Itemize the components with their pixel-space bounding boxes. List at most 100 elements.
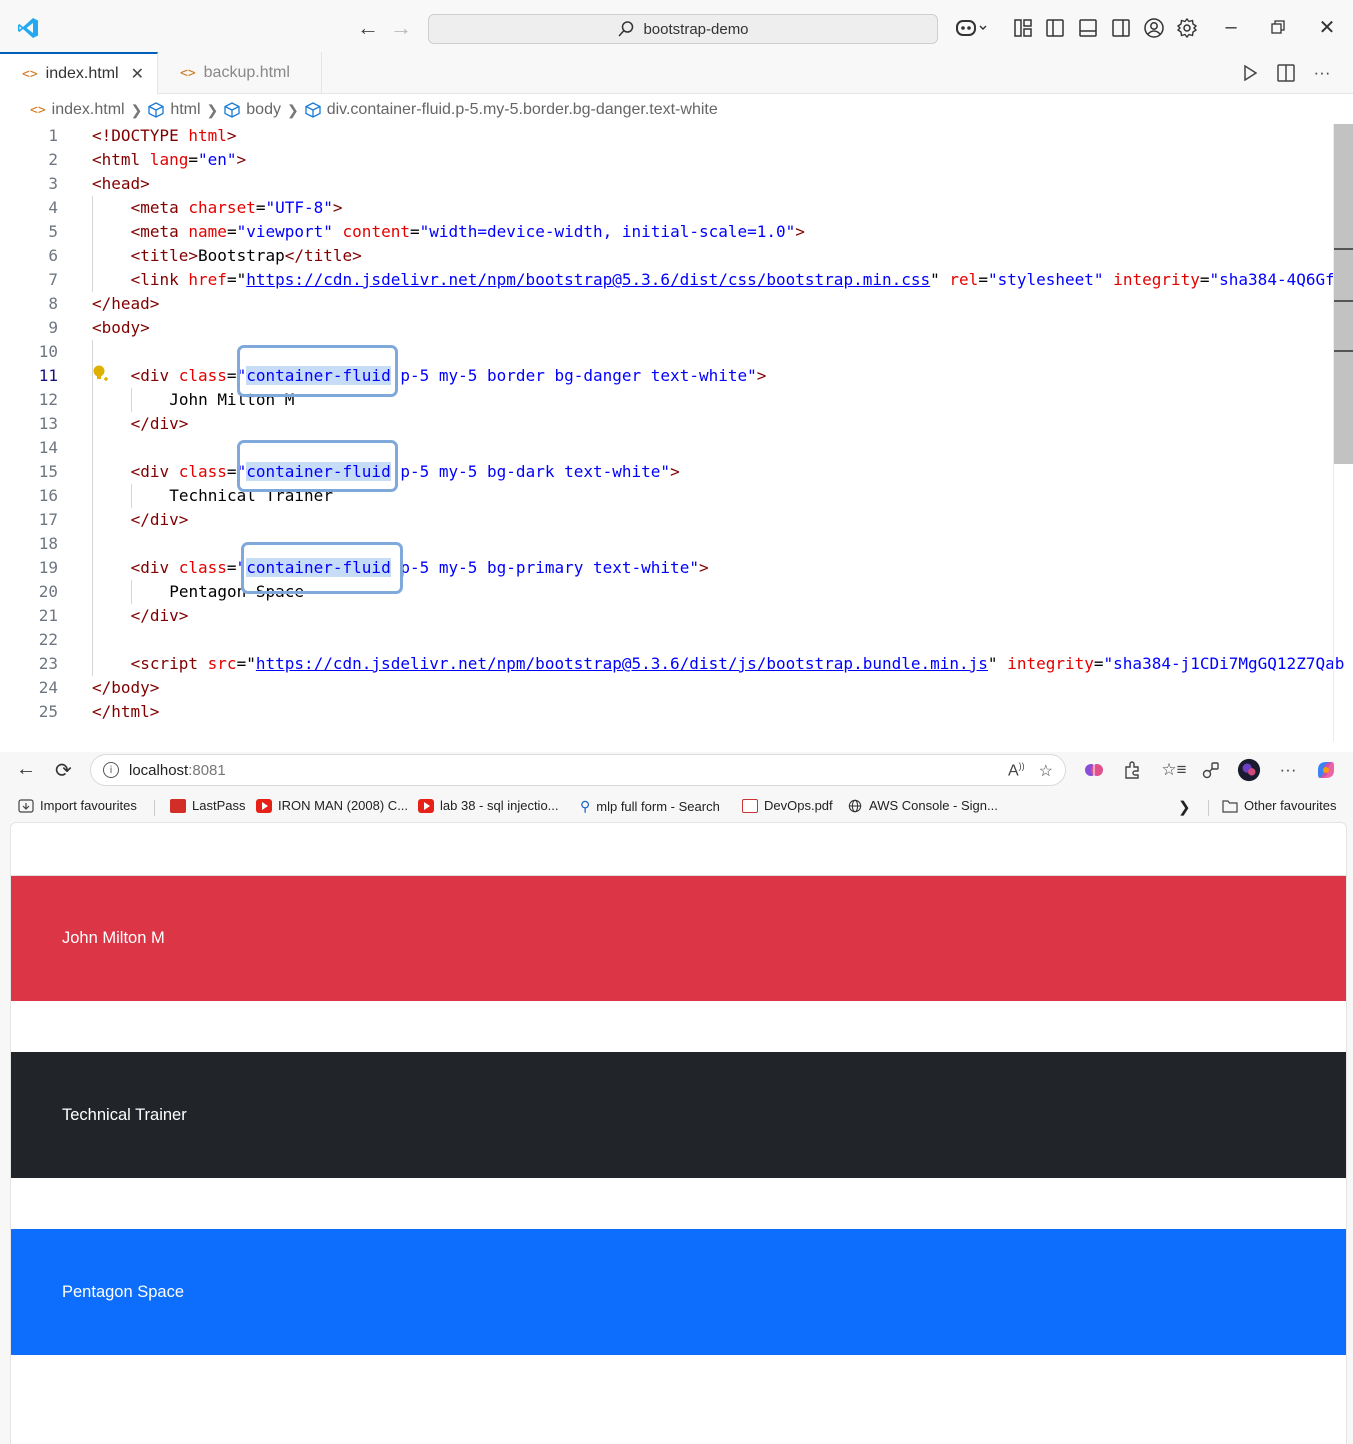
toggle-panel-icon[interactable]: [1076, 16, 1100, 40]
lightbulb-icon[interactable]: [92, 364, 110, 384]
command-center-search[interactable]: bootstrap-demo: [428, 14, 938, 44]
copilot-logo-icon[interactable]: [1314, 758, 1338, 782]
code-line[interactable]: 7 <link href="https://cdn.jsdelivr.net/np…: [0, 268, 1353, 292]
code-text: <!DOCTYPE html>: [92, 124, 237, 148]
code-line[interactable]: 14: [0, 436, 1353, 460]
line-number: 13: [38, 414, 58, 433]
line-number: 8: [48, 294, 58, 313]
settings-gear-icon[interactable]: [1175, 16, 1199, 40]
code-line[interactable]: 22: [0, 628, 1353, 652]
favorite-star-icon[interactable]: ☆: [1039, 761, 1053, 781]
code-line[interactable]: 2 <html lang="en">: [0, 148, 1353, 172]
editor-scrollbar-thumb[interactable]: [1334, 124, 1353, 464]
toggle-primary-sidebar-icon[interactable]: [1043, 16, 1067, 40]
code-token: name: [178, 222, 227, 241]
toggle-secondary-sidebar-icon[interactable]: [1109, 16, 1133, 40]
code-line[interactable]: 12 John Milton M: [0, 388, 1353, 412]
run-icon[interactable]: [1239, 62, 1261, 84]
line-number: 12: [38, 390, 58, 409]
tab-index-html[interactable]: <> index.html ✕: [0, 52, 158, 94]
favorite-devops-pdf[interactable]: DevOps.pdf: [742, 798, 833, 813]
tab-backup-html[interactable]: <> backup.html: [158, 52, 322, 94]
code-text: <link href="https://cdn.jsdelivr.net/npm…: [131, 268, 1345, 292]
code-line[interactable]: 5 <meta name="viewport" content="width=de…: [0, 220, 1353, 244]
favorite-mlp-search[interactable]: ⚲ mlp full form - Search: [580, 798, 720, 815]
line-number: 1: [48, 126, 58, 145]
favorites-list-icon[interactable]: ☆≡: [1161, 758, 1186, 782]
more-actions-icon[interactable]: ···: [1311, 62, 1333, 84]
code-line[interactable]: 25 </html>: [0, 700, 1353, 724]
account-icon[interactable]: [1142, 16, 1166, 40]
collections-icon[interactable]: [1199, 758, 1223, 782]
code-line[interactable]: 23 <script src="https://cdn.jsdelivr.net/…: [0, 652, 1353, 676]
code-token: content: [332, 222, 410, 241]
favorite-import[interactable]: Import favourites: [18, 798, 137, 813]
vscode-logo-icon: [18, 18, 38, 38]
code-token: <link: [130, 270, 179, 289]
tab-label: backup.html: [203, 64, 290, 81]
favorites-overflow-chevron-icon[interactable]: ❯: [1178, 798, 1191, 816]
code-line[interactable]: 15 <div class="container-fluid p-5 my-5 b…: [0, 460, 1353, 484]
favorite-iron-man[interactable]: IRON MAN (2008) C...: [256, 798, 408, 813]
breadcrumb-item[interactable]: html: [170, 101, 200, 119]
code-line[interactable]: 6 <title>Bootstrap</title>: [0, 244, 1353, 268]
layout-customize-icon[interactable]: [1011, 16, 1035, 40]
code-line[interactable]: 8 </head>: [0, 292, 1353, 316]
browser-menu-icon[interactable]: ···: [1276, 758, 1300, 782]
code-token: p-5 my-5 border bg-danger text-white": [390, 366, 757, 385]
code-line[interactable]: 4 <meta charset="UTF-8">: [0, 196, 1353, 220]
close-window-icon[interactable]: ✕: [1312, 12, 1342, 42]
read-aloud-icon[interactable]: A)): [1008, 761, 1025, 781]
code-line[interactable]: 11 <div class="container-fluid p-5 my-5 b…: [0, 364, 1353, 388]
favorite-lastpass[interactable]: LastPass: [170, 798, 245, 813]
code-editor[interactable]: 25 </html> 24 </body> 23 <script src="https:/…: [0, 124, 1353, 742]
line-number: 4: [48, 198, 58, 217]
line-number: 22: [38, 630, 58, 649]
code-token: >: [670, 462, 680, 481]
breadcrumb-file[interactable]: index.html: [52, 101, 125, 119]
copilot-icon[interactable]: [954, 16, 990, 40]
code-line[interactable]: 16 Technical Trainer: [0, 484, 1353, 508]
code-text: <body>: [92, 316, 150, 340]
extensions-icon[interactable]: [1120, 758, 1144, 782]
address-bar[interactable]: i localhost:8081 A)) ☆: [90, 754, 1066, 786]
refresh-icon[interactable]: ⟳: [55, 758, 72, 783]
code-line[interactable]: 19 <div class="container-fluid p-5 my-5 b…: [0, 556, 1353, 580]
favorite-label: lab 38 - sql injectio...: [440, 798, 559, 813]
restore-icon[interactable]: [1263, 12, 1293, 42]
overview-ruler-mark: [1334, 300, 1353, 302]
close-tab-icon[interactable]: ✕: [131, 64, 144, 84]
code-token: <body>: [92, 318, 150, 337]
breadcrumb-item[interactable]: body: [246, 101, 281, 119]
code-line[interactable]: 17 </div>: [0, 508, 1353, 532]
code-line[interactable]: 10: [0, 340, 1353, 364]
code-token: https://cdn.jsdelivr.net/npm/bootstrap@5…: [255, 654, 988, 673]
annotation-highlight-box: [241, 542, 403, 594]
chevron-right-icon: ❯: [286, 101, 299, 118]
code-line[interactable]: 13 </div>: [0, 412, 1353, 436]
code-line[interactable]: 20 Pentagon Space: [0, 580, 1353, 604]
minimize-icon[interactable]: –: [1216, 12, 1246, 42]
code-line[interactable]: 1 <!DOCTYPE html>: [0, 124, 1353, 148]
breadcrumb-item[interactable]: div.container-fluid.p-5.my-5.border.bg-d…: [327, 101, 718, 119]
other-favourites[interactable]: Other favourites: [1222, 798, 1337, 813]
code-line[interactable]: 24 </body>: [0, 676, 1353, 700]
code-token: integrity: [1103, 270, 1200, 289]
favorite-aws-console[interactable]: AWS Console - Sign...: [847, 798, 998, 813]
split-editor-icon[interactable]: [1275, 62, 1297, 84]
back-arrow-icon[interactable]: ←: [357, 14, 379, 42]
forward-arrow-icon[interactable]: →: [390, 14, 412, 42]
page-viewport: John Milton M Technical Trainer Pentagon…: [10, 822, 1347, 1444]
site-info-icon[interactable]: i: [103, 762, 119, 778]
browser-back-icon[interactable]: ←: [16, 758, 36, 781]
code-token: p-5 my-5 bg-primary text-white": [390, 558, 699, 577]
favorite-lab38[interactable]: lab 38 - sql injectio...: [418, 798, 559, 813]
container-fluid-primary: Pentagon Space: [11, 1229, 1346, 1355]
element-cube-icon: [224, 102, 240, 118]
code-line[interactable]: 3 <head>: [0, 172, 1353, 196]
code-line[interactable]: 9 <body>: [0, 316, 1353, 340]
code-line[interactable]: 21 </div>: [0, 604, 1353, 628]
code-line[interactable]: 18: [0, 532, 1353, 556]
profile-avatar[interactable]: [1237, 758, 1261, 782]
extension-brain-icon[interactable]: [1082, 758, 1106, 782]
